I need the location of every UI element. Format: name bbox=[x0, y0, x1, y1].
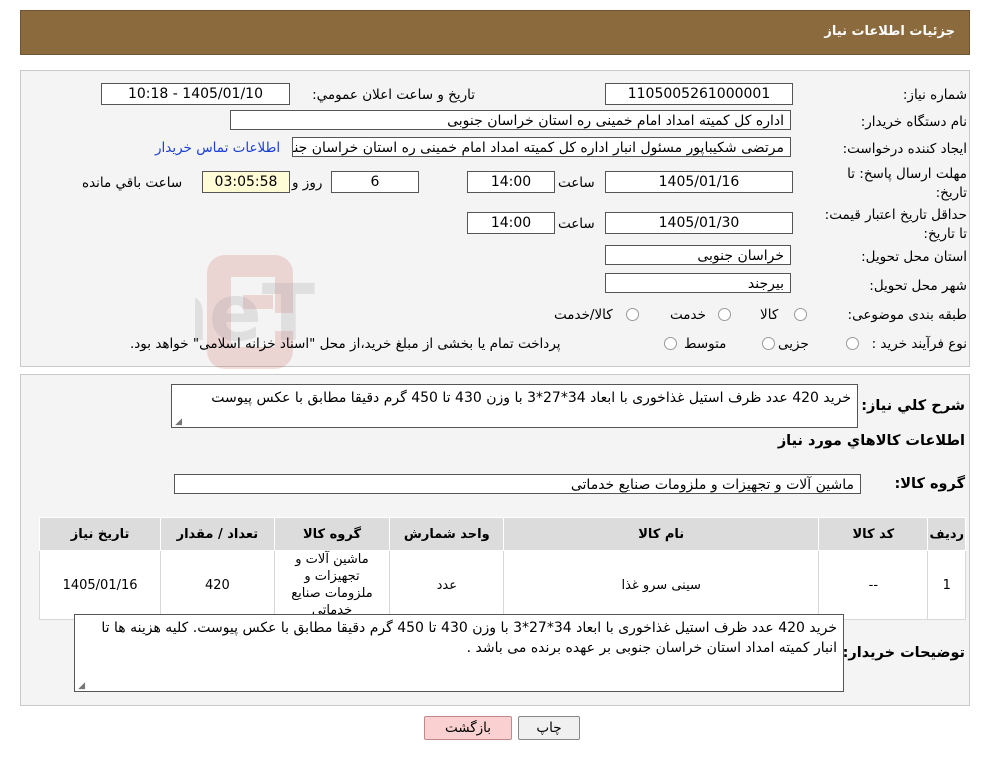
buyer-notes-text: خرید 420 عدد ظرف استیل غذاخوری با ابعاد … bbox=[101, 620, 837, 656]
category-goods-label: کالا bbox=[760, 307, 779, 323]
deadline-label: مهلت ارسال پاسخ: تا تاریخ: bbox=[847, 166, 967, 201]
summary-textarea[interactable]: خرید 420 عدد ظرف استیل غذاخوری با ابعاد … bbox=[171, 384, 858, 428]
deadline-time-label: ساعت bbox=[558, 175, 595, 191]
resize-grip-icon[interactable]: ◢ bbox=[77, 682, 85, 691]
requester-field: مرتضی شکیباپور مسئول انبار اداره کل کمیت… bbox=[292, 137, 791, 157]
validity-label: حداقل تاریخ اعتبار قیمت: تا تاریخ: bbox=[824, 207, 967, 242]
cell-unit: عدد bbox=[389, 550, 505, 620]
buyer-contact-link[interactable]: اطلاعات تماس خریدار bbox=[155, 140, 280, 156]
province-label: استان محل تحویل: bbox=[861, 249, 967, 265]
buyer-notes-label: توضیحات خریدار: bbox=[842, 645, 965, 661]
cell-need-date: 1405/01/16 bbox=[38, 550, 162, 620]
back-button[interactable]: بازگشت bbox=[424, 716, 512, 740]
deadline-days-field: 6 bbox=[331, 171, 419, 193]
goods-section-title: اطلاعات کالاهاي مورد نياز bbox=[777, 433, 965, 449]
cell-code: -- bbox=[818, 550, 929, 620]
remaining-time-label: ساعت باقي مانده bbox=[82, 175, 183, 191]
cell-row-number: 1 bbox=[927, 550, 966, 620]
province-field: خراسان جنوبی bbox=[605, 245, 791, 265]
city-label: شهر محل تحویل: bbox=[869, 278, 967, 294]
goods-table: ردیف کد کالا نام کالا واحد شمارش گروه کا… bbox=[38, 517, 966, 620]
cell-quantity: 420 bbox=[160, 550, 275, 620]
category-label: طبقه بندی موضوعی: bbox=[847, 307, 967, 323]
need-number-label: شماره نیاز: bbox=[902, 87, 967, 103]
requester-label: ایجاد کننده درخواست: bbox=[842, 141, 967, 157]
remaining-time-field: 03:05:58 bbox=[202, 171, 290, 193]
process-label: نوع فرآیند خرید : bbox=[871, 336, 967, 352]
col-header-unit: واحد شمارش bbox=[389, 517, 505, 551]
col-header-code: کد کالا bbox=[818, 517, 929, 551]
process-medium-label: متوسط bbox=[684, 336, 727, 352]
page-title: جزئیات اطلاعات نیاز bbox=[824, 24, 955, 39]
table-row: 1 -- سینی سرو غذا عدد ماشین آلات و تجهیز… bbox=[38, 550, 966, 620]
buyer-org-field: اداره کل کمیته امداد امام خمینی ره استان… bbox=[230, 110, 791, 130]
col-header-quantity: تعداد / مقدار bbox=[160, 517, 275, 551]
process-radio-minor[interactable] bbox=[846, 337, 859, 350]
summary-label: شرح کلي نياز: bbox=[861, 398, 965, 414]
treasury-note: پرداخت تمام یا بخشی از مبلغ خرید،از محل … bbox=[130, 336, 561, 352]
city-field: بیرجند bbox=[605, 273, 791, 293]
goods-group-field: ماشین آلات و تجهیزات و ملزومات صنایع خدم… bbox=[174, 474, 861, 494]
category-service-label: خدمت bbox=[670, 307, 706, 323]
table-header-row: ردیف کد کالا نام کالا واحد شمارش گروه کا… bbox=[38, 517, 966, 551]
col-header-group: گروه کالا bbox=[273, 517, 391, 551]
deadline-date-field: 1405/01/16 bbox=[605, 171, 793, 193]
page-header: جزئیات اطلاعات نیاز bbox=[20, 10, 970, 55]
validity-date-field: 1405/01/30 bbox=[605, 212, 793, 234]
category-radio-goods[interactable] bbox=[794, 308, 807, 321]
process-minor-label: جزیی bbox=[778, 336, 809, 352]
print-button[interactable]: چاپ bbox=[518, 716, 580, 740]
validity-time-field: 14:00 bbox=[467, 212, 555, 234]
category-radio-service[interactable] bbox=[718, 308, 731, 321]
col-header-name: نام کالا bbox=[503, 517, 820, 551]
process-radio-medium[interactable] bbox=[762, 337, 775, 350]
validity-time-label: ساعت bbox=[558, 216, 595, 232]
category-radio-goods-service[interactable] bbox=[626, 308, 639, 321]
resize-grip-icon[interactable]: ◢ bbox=[174, 418, 182, 427]
treasury-radio[interactable] bbox=[664, 337, 677, 350]
summary-text: خرید 420 عدد ظرف استیل غذاخوری با ابعاد … bbox=[211, 390, 851, 406]
buyer-notes-textarea[interactable]: خرید 420 عدد ظرف استیل غذاخوری با ابعاد … bbox=[74, 614, 844, 692]
deadline-time-field: 14:00 bbox=[467, 171, 555, 193]
col-header-need-date: تاریخ نیاز bbox=[38, 517, 162, 551]
cell-name: سینی سرو غذا bbox=[503, 550, 820, 620]
need-number-field: 1105005261000001 bbox=[605, 83, 793, 105]
category-goods-service-label: کالا/خدمت bbox=[554, 307, 613, 323]
deadline-days-label: روز و bbox=[292, 175, 323, 191]
goods-group-label: گروه کالا: bbox=[894, 476, 965, 492]
announce-datetime-label: تاریخ و ساعت اعلان عمومي: bbox=[312, 87, 475, 103]
buyer-org-label: نام دستگاه خریدار: bbox=[860, 114, 967, 130]
announce-datetime-field: 1405/01/10 - 10:18 bbox=[101, 83, 290, 105]
cell-group: ماشین آلات و تجهیزات و ملزومات صنایع خدم… bbox=[273, 550, 391, 620]
col-header-row-number: ردیف bbox=[927, 517, 966, 551]
